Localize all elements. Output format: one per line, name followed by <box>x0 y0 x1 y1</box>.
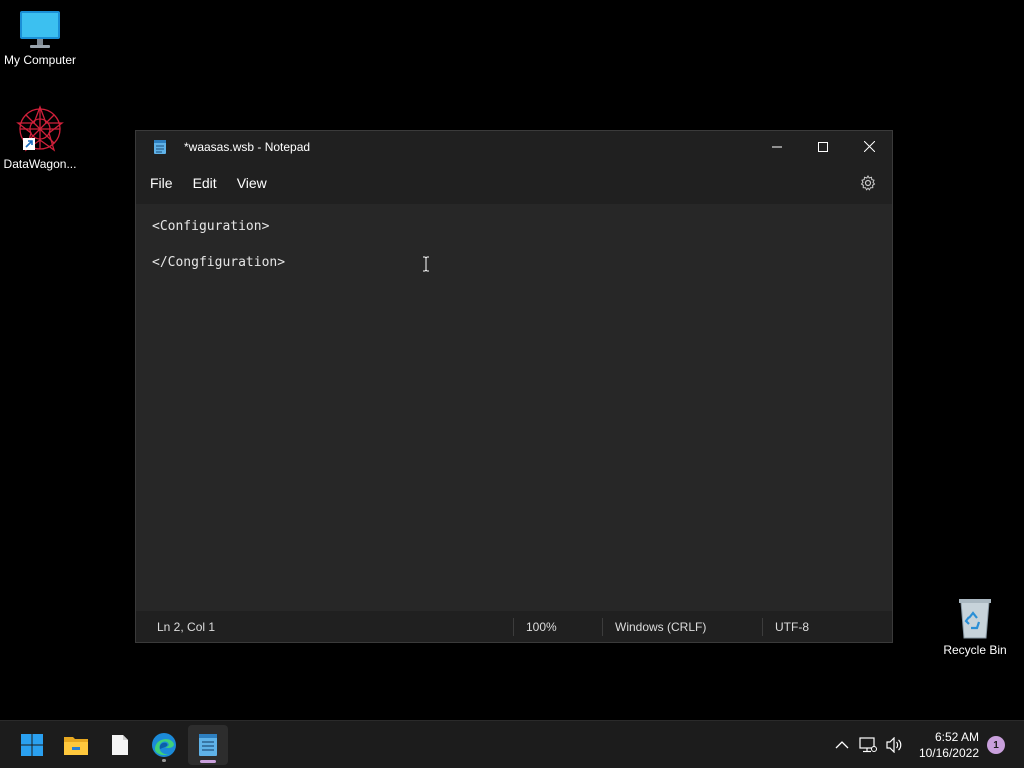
desktop-icon-label: My Computer <box>3 53 77 67</box>
taskbar: 6:52 AM 10/16/2022 1 <box>0 720 1024 768</box>
taskbar-file-explorer[interactable] <box>56 725 96 765</box>
file-icon <box>112 734 128 755</box>
clock-time: 6:52 AM <box>934 730 979 744</box>
gear-icon <box>860 175 876 191</box>
status-encoding: UTF-8 <box>762 617 872 636</box>
status-line-ending: Windows (CRLF) <box>602 617 762 636</box>
status-bar: Ln 2, Col 1 100% Windows (CRLF) UTF-8 <box>136 611 892 642</box>
taskbar-notepad[interactable] <box>188 724 228 765</box>
taskbar-file[interactable] <box>100 725 140 765</box>
start-icon <box>21 733 43 756</box>
settings-button[interactable] <box>852 167 884 199</box>
notification-badge[interactable]: 1 <box>987 736 1005 754</box>
chevron-up-icon <box>835 741 849 749</box>
datawagon-icon <box>16 105 64 152</box>
monitor-icon <box>20 11 60 48</box>
volume-icon <box>886 737 902 753</box>
start-button[interactable] <box>12 725 52 765</box>
status-zoom: 100% <box>513 617 602 636</box>
minimize-button[interactable] <box>754 131 800 162</box>
text-editor[interactable]: <Configuration> </Congfiguration> <box>136 204 892 611</box>
show-hidden-icons-button[interactable] <box>830 733 854 757</box>
title-bar[interactable]: *waasas.wsb - Notepad <box>136 131 892 162</box>
taskbar-edge[interactable] <box>144 725 184 765</box>
menu-edit[interactable]: Edit <box>183 169 227 197</box>
file-explorer-icon <box>64 736 88 755</box>
active-indicator <box>200 759 216 763</box>
notepad-icon <box>199 733 217 756</box>
desktop-icon-datawagon[interactable]: DataWagon... <box>0 104 80 171</box>
desktop-icon-my-computer[interactable]: My Computer <box>0 10 80 67</box>
editor-line: </Congfiguration> <box>152 255 286 270</box>
clock-date: 10/16/2022 <box>918 746 979 760</box>
menu-file[interactable]: File <box>140 169 183 197</box>
editor-line: <Configuration> <box>152 219 270 234</box>
notepad-icon <box>154 139 166 154</box>
notepad-window: *waasas.wsb - Notepad File Edit View <Co… <box>135 130 893 643</box>
desktop-icon-recycle-bin[interactable]: Recycle Bin <box>935 596 1015 657</box>
maximize-icon <box>818 141 828 152</box>
running-indicator <box>162 758 166 762</box>
close-icon <box>863 141 875 152</box>
system-tray: 6:52 AM 10/16/2022 1 <box>829 721 1024 768</box>
window-title: *waasas.wsb - Notepad <box>184 139 311 154</box>
recycle-bin-icon <box>959 599 991 639</box>
network-icon <box>859 737 877 753</box>
desktop-icon-label: Recycle Bin <box>943 643 1007 657</box>
clock[interactable]: 6:52 AM 10/16/2022 <box>919 729 979 761</box>
network-button[interactable] <box>856 733 880 757</box>
menu-bar: File Edit View <box>136 162 892 204</box>
close-button[interactable] <box>846 131 892 162</box>
desktop-icon-label: DataWagon... <box>3 157 77 171</box>
maximize-button[interactable] <box>800 131 846 162</box>
edge-icon <box>152 732 176 757</box>
ibeam-cursor-icon <box>423 256 429 272</box>
minimize-icon <box>772 146 782 147</box>
status-cursor-position: Ln 2, Col 1 <box>157 619 216 634</box>
menu-view[interactable]: View <box>227 169 277 197</box>
volume-button[interactable] <box>882 733 906 757</box>
